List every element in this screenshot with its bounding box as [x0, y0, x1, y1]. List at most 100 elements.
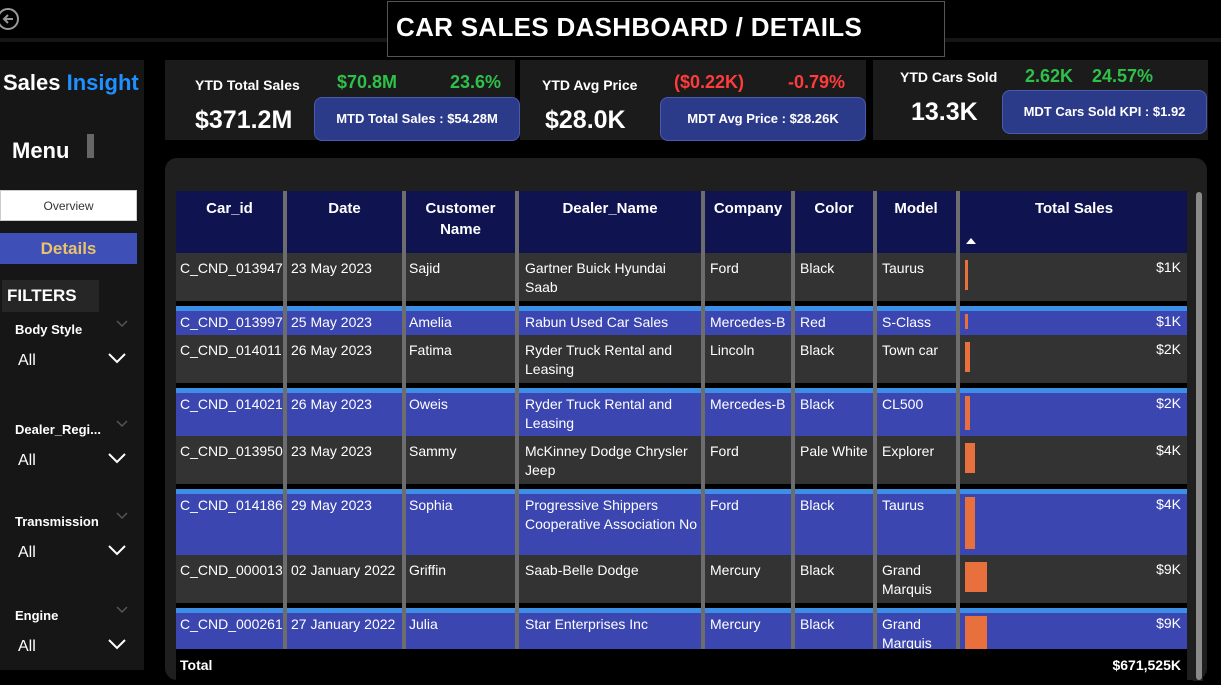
cell-customer: Amelia [409, 314, 452, 330]
kpi-delta-value: 2.62K [1025, 66, 1074, 86]
cell-customer: Sajid [409, 260, 441, 276]
table-row[interactable]: C_CND_000013 02 January 2022 Griffin Saab-B… [176, 555, 1187, 603]
column-divider [873, 191, 877, 681]
table-scrollbar-thumb[interactable] [1196, 192, 1202, 680]
total-label: Total [180, 657, 213, 673]
cell-dealer: Gartner Buick Hyundai Saab [525, 260, 666, 295]
cell-color: Black [800, 396, 835, 412]
filter-engine[interactable]: Engine All [0, 606, 144, 668]
sales-data-bar [965, 314, 968, 329]
cell-dealer: Progressive Shippers Cooperative Associa… [525, 497, 697, 532]
kpi-delta-pct: -0.79% [788, 72, 846, 92]
column-header-color[interactable]: Color [795, 191, 873, 253]
cell-company: Ford [710, 497, 739, 513]
table-row[interactable]: C_CND_013950 23 May 2023 Sammy McKinney Dod… [176, 436, 1187, 484]
cell-color: Black [800, 616, 835, 632]
sales-details-table[interactable]: Car_id Date Customer Name Dealer_Name Co… [176, 191, 1187, 681]
kpi-value: $371.2M [195, 106, 293, 134]
back-arrow-icon[interactable] [0, 6, 20, 32]
kpi-value: $28.0K [545, 106, 626, 134]
filters-title: FILTERS [2, 280, 99, 312]
table-row[interactable]: C_CND_014011 26 May 2023 Fatima Ryder Truck… [176, 335, 1187, 383]
column-header-total-sales[interactable]: Total Sales [961, 191, 1187, 253]
cell-company: Mercury [710, 562, 761, 578]
column-header-dealer-name[interactable]: Dealer_Name [521, 191, 699, 253]
column-header-model[interactable]: Model [877, 191, 955, 253]
cell-company: Ford [710, 443, 739, 459]
kpi-delta-value: $70.8M [337, 72, 398, 92]
column-header-company[interactable]: Company [705, 191, 791, 253]
chevron-down-icon[interactable] [107, 637, 127, 651]
cell-dealer: Saab-Belle Dodge [525, 562, 639, 578]
sales-data-bar [965, 396, 970, 430]
total-value: $671,525K [1112, 657, 1181, 673]
clear-filter-icon[interactable] [114, 318, 130, 330]
filter-label: Transmission [15, 514, 99, 529]
cell-car-id: C_CND_014021 [180, 396, 283, 412]
kpi-mtd-sales-pill: MTD Total Sales : $54.28M [314, 97, 520, 141]
cell-model: Taurus [882, 260, 925, 276]
cell-customer: Oweis [409, 396, 448, 412]
kpi-label: YTD Cars Sold [900, 69, 998, 85]
table-row[interactable]: C_CND_014186 29 May 2023 Sophia Progressive… [176, 489, 1187, 555]
table-row[interactable]: C_CND_014021 26 May 2023 Oweis Ryder Truck … [176, 388, 1187, 436]
cell-model: CL500 [882, 396, 924, 412]
table-row[interactable]: C_CND_013997 25 May 2023 Amelia Rabun Used … [176, 306, 1187, 335]
sales-data-bar [965, 443, 975, 473]
column-divider [515, 191, 519, 681]
filter-dealer-region[interactable]: Dealer_Regi... All [0, 420, 144, 482]
cell-model: Taurus [882, 497, 925, 513]
sales-data-bar [965, 497, 975, 549]
clear-filter-icon[interactable] [114, 510, 130, 522]
filter-value: All [18, 352, 36, 369]
filter-transmission[interactable]: Transmission All [0, 512, 144, 574]
cell-company: Mercedes-B [710, 314, 786, 330]
cell-color: Black [800, 260, 835, 276]
cell-customer: Sammy [409, 443, 457, 459]
chevron-down-icon[interactable] [107, 351, 127, 365]
nav-overview-button[interactable]: Overview [0, 190, 137, 221]
brand-logo: Sales Insight [3, 70, 139, 96]
chevron-down-icon[interactable] [107, 451, 127, 465]
table-row[interactable]: C_CND_013947 23 May 2023 Sajid Gartner Buic… [176, 253, 1187, 301]
cell-date: 25 May 2023 [291, 314, 372, 330]
filter-value: All [18, 452, 36, 469]
page-title: CAR SALES DASHBOARD / DETAILS [396, 12, 863, 42]
table-total-row: Total $671,525K [176, 649, 1187, 681]
cell-model: Grand Marquis [882, 562, 932, 597]
menu-title: Menu [12, 138, 70, 163]
cell-company: Mercedes-B [710, 396, 786, 412]
cell-date: 29 May 2023 [291, 497, 372, 513]
clear-filter-icon[interactable] [114, 604, 130, 616]
cell-color: Black [800, 497, 835, 513]
cell-dealer: Ryder Truck Rental and Leasing [525, 342, 673, 377]
cell-color: Pale White [800, 443, 868, 459]
column-header-customer-name[interactable]: Customer Name [406, 191, 515, 253]
cell-color: Black [800, 342, 835, 358]
nav-details-button[interactable]: Details [0, 233, 137, 264]
cell-model: S-Class [882, 314, 932, 330]
cell-car-id: C_CND_013997 [180, 314, 283, 330]
filter-value: All [18, 544, 36, 561]
filter-body-style[interactable]: Body Style All [0, 320, 144, 382]
chevron-down-icon[interactable] [107, 543, 127, 557]
column-divider [956, 191, 960, 681]
cell-date: 23 May 2023 [291, 443, 372, 459]
cell-car-id: C_CND_000013 [180, 562, 283, 578]
cell-total-sales: $1K [1156, 313, 1181, 329]
cell-dealer: Rabun Used Car Sales [525, 314, 669, 330]
cell-company: Lincoln [710, 342, 755, 358]
sales-data-bar [965, 342, 970, 372]
column-header-car-id[interactable]: Car_id [176, 191, 283, 253]
cell-date: 23 May 2023 [291, 260, 372, 276]
kpi-delta-pct: 23.6% [450, 72, 502, 92]
cell-color: Black [800, 562, 835, 578]
brand-part2: Insight [66, 70, 139, 95]
cell-car-id: C_CND_000261 [180, 616, 283, 632]
sort-ascending-icon[interactable] [965, 237, 977, 245]
clear-filter-icon[interactable] [114, 418, 130, 430]
kpi-delta-pct: 24.57% [1092, 66, 1154, 86]
column-header-date[interactable]: Date [287, 191, 402, 253]
cell-model: Grand Marquis [882, 616, 932, 651]
cell-car-id: C_CND_013950 [180, 443, 283, 459]
